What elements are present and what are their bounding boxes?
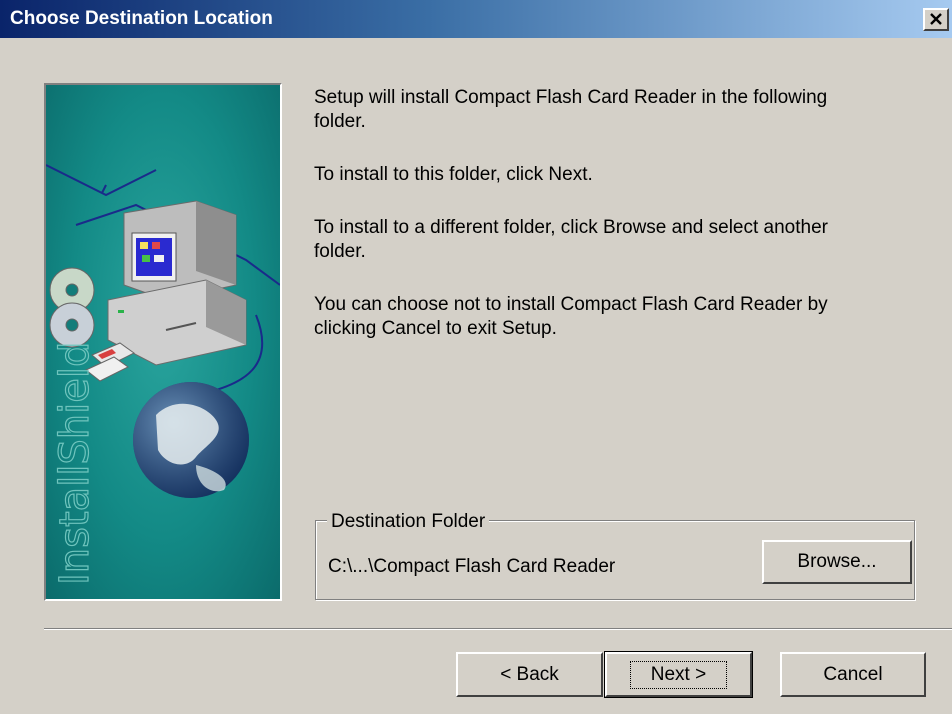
- destination-folder-legend: Destination Folder: [327, 511, 490, 533]
- browse-instruction-line1: To install to a different folder, click …: [314, 217, 828, 238]
- destination-path: C:\...\Compact Flash Card Reader: [328, 556, 616, 577]
- window-title: Choose Destination Location: [10, 8, 273, 29]
- title-bar: Choose Destination Location: [0, 0, 952, 38]
- intro-text-line1: Setup will install Compact Flash Card Re…: [314, 87, 828, 108]
- cancel-button[interactable]: Cancel: [780, 652, 926, 697]
- back-button[interactable]: < Back: [456, 652, 603, 697]
- close-button[interactable]: [923, 8, 949, 31]
- intro-text-line2: folder.: [314, 111, 366, 132]
- separator-line: [44, 628, 952, 630]
- next-instruction: To install to this folder, click Next.: [314, 164, 593, 185]
- installshield-banner: InstallShield: [44, 83, 282, 601]
- next-button[interactable]: Next >: [604, 651, 753, 698]
- cancel-instruction-line1: You can choose not to install Compact Fl…: [314, 294, 828, 315]
- close-icon: [930, 13, 942, 25]
- next-button-label: Next >: [629, 660, 728, 689]
- installshield-logo-text: InstallShield: [52, 342, 98, 585]
- computer-globe-illustration: InstallShield: [46, 164, 280, 586]
- setup-dialog: Choose Destination Location InstallShiel…: [0, 0, 952, 714]
- browse-button[interactable]: Browse...: [762, 540, 912, 584]
- cancel-instruction-line2: clicking Cancel to exit Setup.: [314, 318, 557, 339]
- browse-instruction-line2: folder.: [314, 241, 366, 262]
